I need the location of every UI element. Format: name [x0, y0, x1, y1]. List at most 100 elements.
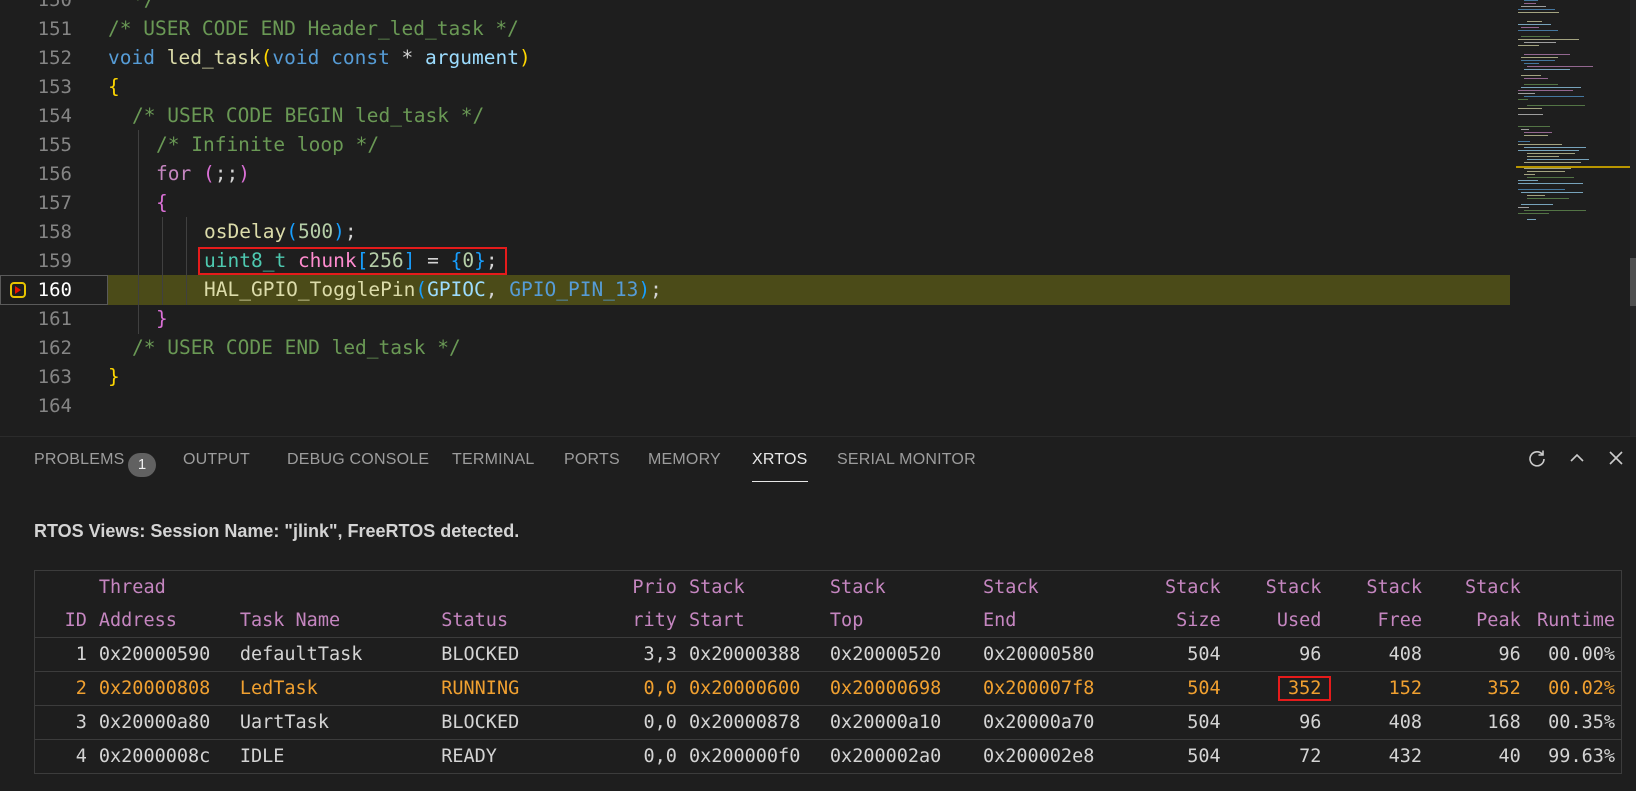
code-line[interactable]: 151 /* USER CODE END Header_led_task */ [0, 14, 1510, 44]
line-gutter[interactable]: 163 [0, 362, 108, 392]
header-id[interactable]: ID [34, 604, 93, 638]
header-cell [34, 570, 93, 604]
code-token: 500 [297, 220, 334, 243]
code-token: argument [425, 46, 519, 69]
table-row[interactable]: 1 0x20000590 defaultTask BLOCKED 3,3 0x200003… [34, 637, 1622, 672]
tab-output[interactable]: OUTPUT [183, 451, 250, 469]
editor-scrollbar-thumb[interactable] [1630, 258, 1636, 306]
tab-memory[interactable]: MEMORY [648, 451, 721, 469]
cell-name: UartTask [233, 705, 436, 740]
line-gutter[interactable]: 161 [0, 304, 108, 334]
header-stack-end[interactable]: End [976, 604, 1129, 638]
code-line[interactable]: 152 void led_task(void const * argument) [0, 43, 1510, 73]
tab-ports[interactable]: PORTS [564, 451, 620, 469]
line-gutter[interactable]: 156 [0, 159, 108, 189]
code-line[interactable]: 153 { [0, 72, 1510, 102]
line-gutter[interactable]: 151 [0, 14, 108, 44]
line-gutter[interactable]: 164 [0, 391, 108, 421]
minimap-line [1524, 3, 1536, 4]
line-number: 161 [37, 308, 72, 330]
minimap-line [1524, 132, 1552, 133]
minimap-line [1518, 183, 1583, 184]
close-icon[interactable] [1603, 448, 1629, 474]
code-token: void [108, 46, 155, 69]
cell-free: 408 [1327, 637, 1429, 672]
indent-guide [138, 130, 139, 160]
cell-end: 0x20000580 [976, 637, 1129, 672]
line-number: 164 [37, 395, 72, 417]
refresh-icon[interactable] [1524, 448, 1550, 474]
line-gutter[interactable]: 150 [0, 0, 108, 15]
cell-address: 0x20000590 [92, 637, 234, 672]
tab-xrtos[interactable]: XRTOS [752, 451, 808, 482]
code-text: osDelay(500); [204, 217, 357, 247]
minimap[interactable] [1516, 0, 1630, 436]
header-priority[interactable]: rity [612, 604, 683, 638]
chevron-up-icon[interactable] [1564, 448, 1590, 474]
header-stack-start[interactable]: Start [682, 604, 824, 638]
table-row[interactable]: 3 0x20000a80 UartTask BLOCKED 0,0 0x20000878 0… [34, 705, 1622, 740]
code-line[interactable]: 157 { [0, 188, 1510, 218]
code-token: ) [518, 46, 531, 69]
table-row[interactable]: 2 0x20000808 LedTask RUNNING 0,0 0x20000600 0x… [34, 671, 1622, 706]
rtos-thread-table: Thread Prio Stack Stack Stack Stack Stac… [34, 570, 1622, 774]
header-address[interactable]: Address [92, 604, 234, 638]
code-line[interactable]: 163} [0, 362, 1510, 392]
cell-name: defaultTask [233, 637, 436, 672]
header-stack-used[interactable]: Used [1226, 604, 1328, 638]
code-editor[interactable]: 150 */ 151 /* USER CODE END Header_led_task… [0, 0, 1636, 436]
header-cell: Prio [612, 570, 683, 604]
code-line[interactable]: 158 osDelay(500); [0, 217, 1510, 247]
minimap-line [1527, 198, 1569, 199]
code-token: /* USER CODE END Header_led_task */ [108, 17, 519, 40]
line-gutter[interactable]: 155 [0, 130, 108, 160]
minimap-line [1524, 84, 1558, 85]
header-cell: Stack [1428, 570, 1527, 604]
line-gutter[interactable]: 152 [0, 43, 108, 73]
header-runtime[interactable]: Runtime [1526, 604, 1622, 638]
code-line[interactable]: 155 /* Infinite loop */ [0, 130, 1510, 160]
highlighted-stack-used: 352 [1277, 676, 1332, 701]
tab-serial-monitor[interactable]: SERIAL MONITOR [837, 451, 976, 469]
tab-terminal[interactable]: TERMINAL [452, 451, 535, 469]
table-row[interactable]: 4 0x2000008c IDLE READY 0,0 0x200000f0 0x20000… [34, 739, 1622, 774]
minimap-line [1527, 219, 1536, 220]
line-gutter[interactable]: 153 [0, 72, 108, 102]
line-gutter[interactable]: 158 [0, 217, 108, 247]
editor-scrollbar[interactable] [1630, 0, 1636, 436]
cell-free: 152 [1327, 671, 1429, 706]
code-line[interactable]: 161} [0, 304, 1510, 334]
indent-guide [138, 159, 139, 189]
code-line[interactable]: 150 */ [0, 0, 1510, 15]
header-status[interactable]: Status [435, 604, 613, 638]
code-line[interactable]: 159 uint8_t chunk[256] = {0}; [0, 246, 1510, 276]
tab-problems[interactable]: PROBLEMS [34, 451, 125, 469]
cell-runtime: 00.02% [1526, 671, 1622, 706]
header-stack-peak[interactable]: Peak [1428, 604, 1527, 638]
code-line[interactable]: 156 for (;;) [0, 159, 1510, 189]
tab-debug-console[interactable]: DEBUG CONSOLE [287, 451, 429, 469]
code-line[interactable]: 164 [0, 391, 1510, 421]
header-task-name[interactable]: Task Name [233, 604, 436, 638]
line-gutter[interactable]: 157 [0, 188, 108, 218]
header-stack-top[interactable]: Top [823, 604, 977, 638]
code-line[interactable]: 154 /* USER CODE BEGIN led_task */ [0, 101, 1510, 131]
minimap-line [1524, 96, 1584, 97]
code-line[interactable]: 160 HAL_GPIO_TogglePin(GPIOC, GPIO_PIN_13… [0, 275, 1510, 305]
cell-id: 3 [34, 705, 93, 740]
cell-start: 0x20000878 [682, 705, 824, 740]
minimap-line [1518, 12, 1559, 13]
line-gutter[interactable]: 160 [0, 275, 108, 305]
header-stack-size[interactable]: Size [1128, 604, 1227, 638]
line-gutter[interactable]: 154 [0, 101, 108, 131]
minimap-line [1518, 45, 1539, 46]
cell-status: BLOCKED [435, 705, 613, 740]
line-gutter[interactable]: 159 [0, 246, 108, 276]
minimap-line [1524, 42, 1556, 43]
line-gutter[interactable]: 162 [0, 333, 108, 363]
indent-guide [138, 188, 139, 218]
code-line[interactable]: 162 /* USER CODE END led_task */ [0, 333, 1510, 363]
header-stack-free[interactable]: Free [1327, 604, 1429, 638]
